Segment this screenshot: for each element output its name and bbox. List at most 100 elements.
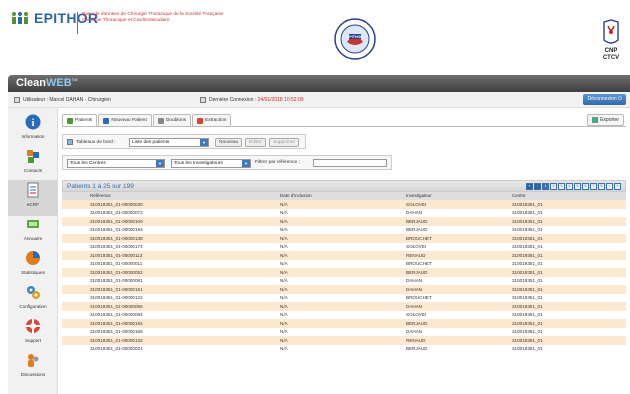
sidebar-label: Information bbox=[21, 134, 45, 139]
cell-reference: 310019351_01-00000011 bbox=[90, 261, 143, 266]
page-button[interactable]: 3 bbox=[558, 183, 565, 190]
table-row[interactable]: 310019351_01-00000151 N/A DAHAN 310019351_0… bbox=[62, 285, 626, 294]
export-button[interactable]: Exporter bbox=[587, 114, 624, 126]
cell-investigator: BERJAUD bbox=[406, 227, 428, 232]
table-row[interactable]: 310019351_01-00000094 N/A SOLOVEI 310019351… bbox=[62, 310, 626, 319]
cell-centre: 310019351_01 bbox=[512, 286, 543, 292]
cell-centre: 310019351_01 bbox=[512, 218, 543, 224]
new-dashboard-button[interactable]: Nouveau bbox=[215, 138, 243, 147]
clock-icon bbox=[200, 97, 206, 103]
col-header-inclusion-date[interactable]: Date d'inclusion bbox=[280, 193, 312, 198]
investigators-selected: Tous les Investigateurs bbox=[174, 161, 223, 166]
directory-icon bbox=[27, 220, 39, 228]
cell-centre: 310019351_01 bbox=[512, 337, 543, 343]
cell-centre: 310019351_01 bbox=[512, 320, 543, 326]
table-header-bar: Patients 1 à 25 sur 199 « ‹ 1 2 3 4 5 6 … bbox=[62, 180, 626, 192]
page-button[interactable]: 6 bbox=[582, 183, 589, 190]
sidebar-item-contacts[interactable]: Contacts bbox=[8, 146, 58, 182]
app-name: CleanWEBTM bbox=[16, 77, 77, 89]
cell-inclusion-date: N/A bbox=[280, 227, 288, 232]
cell-reference: 310019351_01-00000052 bbox=[90, 269, 143, 275]
sidebar-item-support[interactable]: Support bbox=[8, 316, 58, 352]
user-bar: Utilisateur : Marcel DAHAN - Chirurgien … bbox=[8, 92, 630, 108]
first-page-button[interactable]: « bbox=[526, 183, 533, 190]
page-button[interactable]: 5 bbox=[574, 183, 581, 190]
cell-inclusion-date: N/A bbox=[280, 329, 288, 334]
table-row[interactable]: 310019351_01-00000184 N/A BERJAUD 310019351… bbox=[62, 319, 626, 328]
sidebar-item-configuration[interactable]: Configuration bbox=[8, 282, 58, 318]
cell-reference: 310019351_01-00000072 bbox=[90, 210, 143, 215]
cell-inclusion-date: N/A bbox=[280, 261, 288, 266]
cell-centre: 310019351_01 bbox=[512, 329, 543, 334]
dashboard-bar: Tableaux de bord : Liste des patients ▼ N… bbox=[62, 134, 306, 149]
table-row[interactable]: 310019351_01-00000168 N/A DAHAN 310019351_0… bbox=[62, 327, 626, 336]
page-button[interactable]: 7 bbox=[590, 183, 597, 190]
dashboard-selected: Liste des patients bbox=[132, 140, 170, 145]
sidebar-item-ecrf[interactable]: eCRF bbox=[8, 180, 58, 216]
cell-investigator: RENAUD bbox=[406, 337, 426, 343]
prev-page-button[interactable]: ‹ bbox=[534, 183, 541, 190]
delete-dashboard-button[interactable]: Supprimer bbox=[269, 138, 300, 147]
dashboard-label: Tableaux de bord : bbox=[76, 139, 116, 145]
cell-centre: 310019351_01 bbox=[512, 244, 543, 249]
tab-extraction[interactable]: Extraction bbox=[192, 114, 232, 126]
main-content: Patients Nouveau Patient Doublons Extrac… bbox=[58, 108, 630, 394]
col-header-investigator[interactable]: Investigateur bbox=[406, 193, 432, 198]
table-row[interactable]: 310019351_01-00000113 N/A RENAUD 310019351_… bbox=[62, 251, 626, 260]
cell-reference: 310019351_01-00000024 bbox=[90, 346, 143, 351]
table-row[interactable]: 310019351_01-00000065 N/A DAHAN 310019351_0… bbox=[62, 302, 626, 311]
cell-inclusion-date: N/A bbox=[280, 303, 288, 309]
centres-select[interactable]: Tous les Centres ▼ bbox=[67, 159, 165, 168]
tab-duplicates[interactable]: Doublons bbox=[152, 114, 192, 126]
table-row[interactable]: 310019351_01-00000072 N/A DAHAN 310019351_0… bbox=[62, 208, 626, 217]
page: EPITHOR Base de données de Chirurgie Tho… bbox=[0, 0, 630, 394]
dashboard-select[interactable]: Liste des patients ▼ bbox=[129, 138, 209, 147]
table-row[interactable]: 310019351_01-00000024 N/A BERJAUD 310019351… bbox=[62, 344, 626, 353]
cell-inclusion-date: N/A bbox=[280, 286, 288, 292]
sidebar-label: Annuaire bbox=[23, 236, 43, 241]
table-row[interactable]: 310019351_01-00000132 N/A RENAUD 310019351_… bbox=[62, 336, 626, 345]
cell-investigator: SOLOVEI bbox=[406, 244, 427, 249]
table-row[interactable]: 310019351_01-00000052 N/A BERJAUD 310019351… bbox=[62, 268, 626, 277]
cell-centre: 310019351_01 bbox=[512, 227, 543, 232]
cell-inclusion-date: N/A bbox=[280, 201, 288, 207]
tab-new-patient[interactable]: Nouveau Patient bbox=[98, 114, 152, 126]
cnp-text: CNP bbox=[605, 48, 618, 54]
table-row[interactable]: 310019351_01-00000174 N/A SOLOVEI 310019351… bbox=[62, 242, 626, 251]
table-row[interactable]: 310019351_01-00000100 N/A BERJAUD 310019351… bbox=[62, 217, 626, 226]
contacts-icon bbox=[27, 150, 39, 163]
page-button[interactable]: 1 bbox=[542, 183, 549, 190]
page-button[interactable]: 2 bbox=[550, 183, 557, 190]
page-button[interactable]: 8 bbox=[598, 183, 605, 190]
cell-centre: 310019351_01 bbox=[512, 346, 543, 351]
cnp-ctcv-logo: CNP CTCV bbox=[603, 19, 619, 61]
table-row[interactable]: 310019351_01-00000138 N/A BROUCHET 31001935… bbox=[62, 234, 626, 243]
ref-filter-input[interactable] bbox=[313, 159, 387, 167]
table-row[interactable]: 310019351_01-00000122 N/A BROUCHET 31001935… bbox=[62, 293, 626, 302]
sidebar-item-discussions[interactable]: Discussions bbox=[8, 350, 58, 386]
logout-button[interactable]: Déconnexion ⏻ bbox=[583, 94, 626, 105]
last-page-button[interactable]: » bbox=[614, 183, 621, 190]
sidebar-item-annuaire[interactable]: Annuaire bbox=[8, 214, 58, 250]
table-row[interactable]: 310019351_01-00000194 N/A BERJAUD 310019351… bbox=[62, 225, 626, 234]
col-header-reference[interactable]: Référence bbox=[90, 193, 111, 198]
next-page-button[interactable]: › bbox=[606, 183, 613, 190]
sidebar-item-statistiques[interactable]: Statistiques bbox=[8, 248, 58, 284]
header-tagline: Base de données de Chirurgie Thoracique … bbox=[82, 12, 224, 24]
sidebar-item-information[interactable]: i Information bbox=[8, 112, 58, 148]
chat-icon bbox=[28, 354, 39, 367]
table-row[interactable]: 310019351_01-00000011 N/A BROUCHET 31001935… bbox=[62, 259, 626, 268]
tab-label: Doublons bbox=[165, 118, 187, 123]
cell-investigator: RENAUD bbox=[406, 252, 426, 258]
investigators-select[interactable]: Tous les Investigateurs ▼ bbox=[171, 159, 251, 168]
cell-inclusion-date: N/A bbox=[280, 312, 288, 317]
table-row[interactable]: 310019351_01-00000030 N/A SOLOVEI 310019351… bbox=[62, 200, 626, 209]
cell-inclusion-date: N/A bbox=[280, 218, 288, 224]
page-button[interactable]: 4 bbox=[566, 183, 573, 190]
cell-inclusion-date: N/A bbox=[280, 269, 288, 275]
table-row[interactable]: 310019351_01-00000081 N/A DAHAN 310019351_0… bbox=[62, 276, 626, 285]
edit-dashboard-button[interactable]: Editer bbox=[245, 138, 266, 147]
col-header-centre[interactable]: Centre bbox=[512, 193, 526, 198]
cell-inclusion-date: N/A bbox=[280, 337, 288, 343]
tab-patients[interactable]: Patients bbox=[62, 114, 98, 126]
